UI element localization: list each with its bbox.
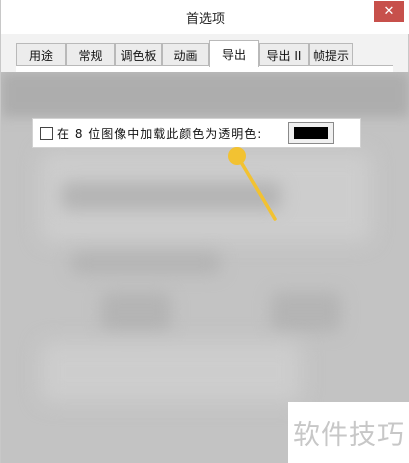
watermark-text: 软件技巧	[293, 420, 405, 451]
tab-export[interactable]: 导出	[209, 40, 259, 67]
tab-label: 导出	[221, 47, 246, 62]
pointer-dot	[228, 147, 246, 165]
annotation-pointer	[228, 147, 277, 221]
pointer-line	[236, 155, 277, 221]
preferences-window: 首选项 ✕ 用途 常规 调色板 动画 导出 导出 II 帧提示 在 8 位图像中…	[0, 0, 409, 463]
watermark: 软件技巧	[288, 402, 409, 463]
